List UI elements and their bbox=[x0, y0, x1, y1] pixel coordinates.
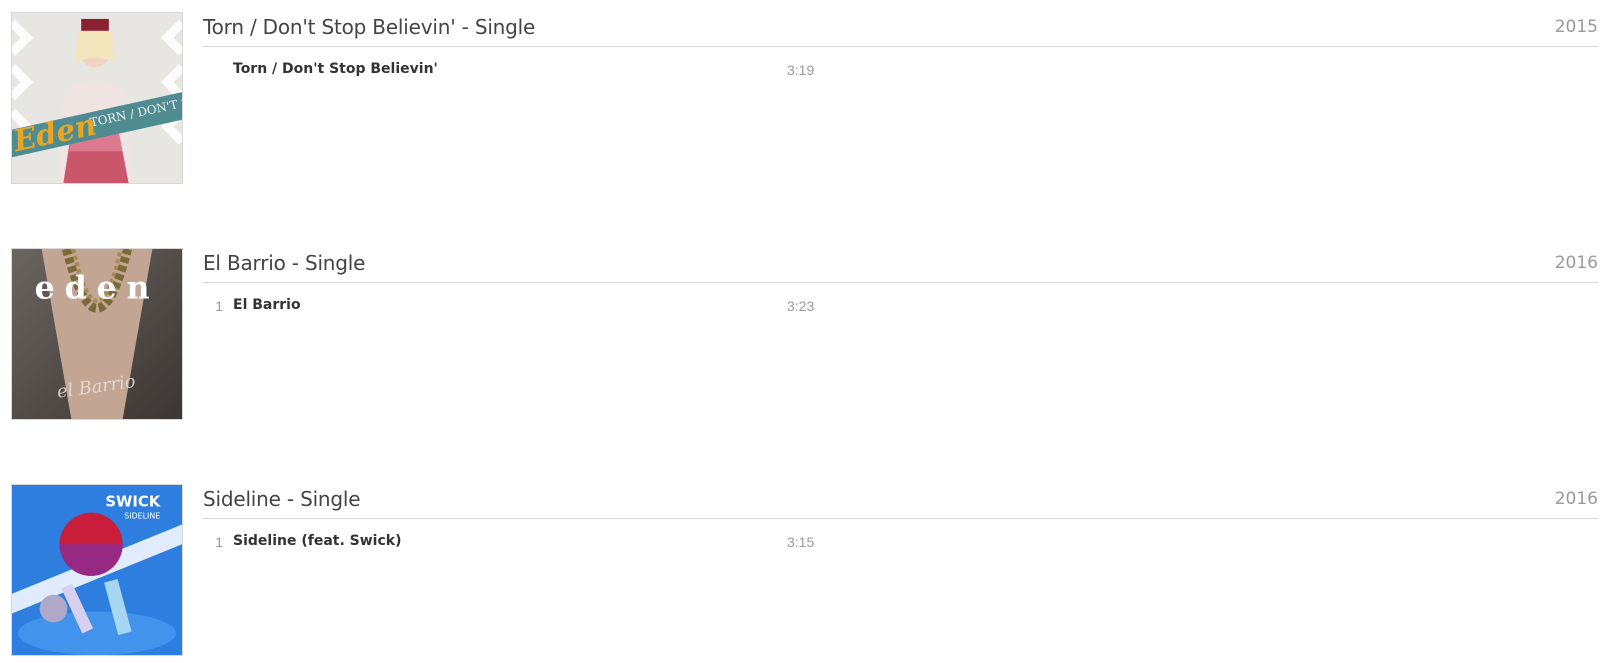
album-year: 2016 bbox=[1554, 253, 1598, 273]
album-torn: Eden TORN / DON'T STOP BELIEVIN' Torn / … bbox=[11, 12, 1598, 185]
track-name: Torn / Don't Stop Believin' bbox=[233, 61, 438, 77]
cover-title-text: SIDELINE bbox=[124, 512, 160, 521]
album-sideline: SWICK SIDELINE Sideline - Single 2016 1 … bbox=[11, 484, 1598, 657]
album-header: Sideline - Single 2016 bbox=[203, 484, 1598, 519]
track-row[interactable]: Torn / Don't Stop Believin' 3:19 bbox=[203, 58, 843, 84]
album-el-barrio: eden el Barrio El Barrio - Single 2016 1… bbox=[11, 248, 1598, 421]
cover-artist-text: SWICK bbox=[105, 494, 160, 511]
track-number: 1 bbox=[215, 298, 223, 314]
album-cover-art[interactable]: SWICK SIDELINE bbox=[11, 484, 183, 656]
album-title[interactable]: El Barrio - Single bbox=[203, 251, 365, 275]
track-duration: 3:23 bbox=[787, 298, 815, 314]
album-year: 2015 bbox=[1554, 17, 1598, 37]
album-header: Torn / Don't Stop Believin' - Single 201… bbox=[203, 12, 1598, 47]
album-title[interactable]: Torn / Don't Stop Believin' - Single bbox=[203, 15, 535, 39]
album-year: 2016 bbox=[1554, 489, 1598, 509]
track-name: Sideline (feat. Swick) bbox=[233, 533, 402, 549]
album-cover-art[interactable]: Eden TORN / DON'T STOP BELIEVIN' bbox=[11, 12, 183, 184]
album-header: El Barrio - Single 2016 bbox=[203, 248, 1598, 283]
track-duration: 3:15 bbox=[787, 534, 815, 550]
cover-artist-text: eden bbox=[35, 269, 160, 306]
track-row[interactable]: 1 El Barrio 3:23 bbox=[203, 294, 843, 320]
album-cover-art[interactable]: eden el Barrio bbox=[11, 248, 183, 420]
track-duration: 3:19 bbox=[787, 62, 815, 78]
track-name: El Barrio bbox=[233, 297, 301, 313]
track-number: 1 bbox=[215, 534, 223, 550]
track-row[interactable]: 1 Sideline (feat. Swick) 3:15 bbox=[203, 530, 843, 556]
album-title[interactable]: Sideline - Single bbox=[203, 487, 361, 511]
